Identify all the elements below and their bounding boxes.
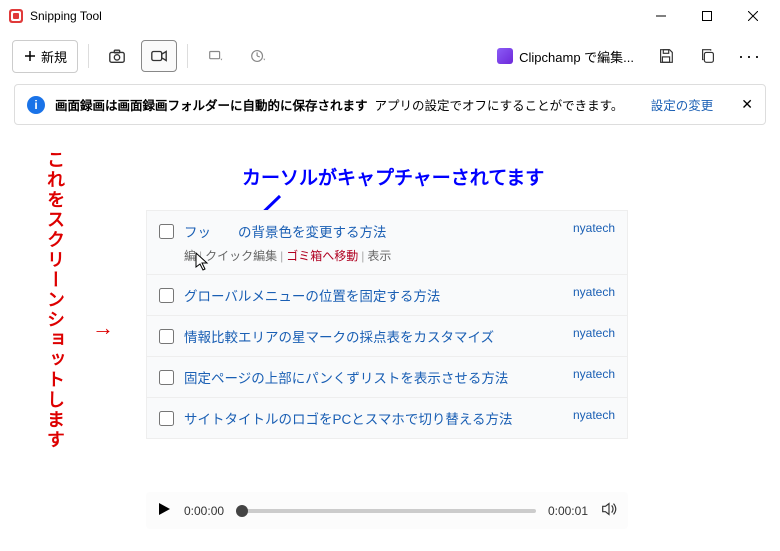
post-author[interactable]: nyatech: [573, 285, 615, 299]
more-button[interactable]: ···: [732, 46, 768, 67]
video-button[interactable]: [141, 40, 177, 72]
banner-close-button[interactable]: ✕: [741, 96, 753, 113]
edit-link[interactable]: 編: [184, 249, 196, 263]
seek-slider[interactable]: [236, 509, 536, 513]
delay-dropdown[interactable]: [240, 40, 276, 72]
list-item[interactable]: グローバルメニューの位置を固定する方法 nyatech: [147, 275, 627, 316]
minimize-button[interactable]: [638, 0, 684, 32]
row-actions: 編|クイック編集|ゴミ箱へ移動|表示: [184, 247, 563, 264]
media-player: 0:00:00 0:00:01: [146, 492, 628, 529]
current-time: 0:00:00: [184, 504, 224, 518]
rectangle-icon: [207, 47, 225, 65]
list-item[interactable]: 固定ページの上部にパンくずリストを表示させる方法 nyatech: [147, 357, 627, 398]
post-title[interactable]: フッターの背景色を変更する方法: [184, 225, 387, 240]
save-button[interactable]: [648, 40, 684, 72]
post-title[interactable]: 固定ページの上部にパンくずリストを表示させる方法: [184, 371, 508, 386]
row-checkbox[interactable]: [159, 288, 174, 303]
toolbar: 新規 Clipchamp で編集... ···: [0, 32, 780, 80]
row-checkbox[interactable]: [159, 411, 174, 426]
camera-icon: [108, 47, 126, 65]
play-button[interactable]: [156, 501, 172, 520]
video-icon: [150, 47, 168, 65]
captured-content: フッターの背景色を変更する方法 編|クイック編集|ゴミ箱へ移動|表示 nyate…: [146, 210, 628, 439]
annotation-arrow-right: →: [92, 315, 114, 341]
volume-button[interactable]: [600, 500, 618, 521]
post-title[interactable]: グローバルメニューの位置を固定する方法: [184, 289, 440, 304]
maximize-button[interactable]: [684, 0, 730, 32]
save-icon: [657, 47, 675, 65]
post-author[interactable]: nyatech: [573, 408, 615, 422]
copy-icon: [699, 47, 717, 65]
post-author[interactable]: nyatech: [573, 221, 615, 235]
post-author[interactable]: nyatech: [573, 367, 615, 381]
row-checkbox[interactable]: [159, 370, 174, 385]
info-banner: i 画面録画は画面録画フォルダーに自動的に保存されます アプリの設定でオフにする…: [14, 84, 766, 125]
annotation-vertical: これをスクリーンショットします: [42, 150, 68, 450]
post-title[interactable]: 情報比較エリアの星マークの採点表をカスタマイズ: [184, 330, 494, 345]
list-item[interactable]: 情報比較エリアの星マークの採点表をカスタマイズ nyatech: [147, 316, 627, 357]
list-item[interactable]: サイトタイトルのロゴをPCとスマホで切り替える方法 nyatech: [147, 398, 627, 438]
divider: [187, 44, 188, 68]
clipchamp-button[interactable]: Clipchamp で編集...: [489, 43, 642, 70]
new-button-label: 新規: [41, 47, 67, 66]
shape-dropdown[interactable]: [198, 40, 234, 72]
copy-button[interactable]: [690, 40, 726, 72]
clipchamp-label: Clipchamp で編集...: [519, 47, 634, 66]
window-title: Snipping Tool: [30, 9, 638, 23]
window-controls: [638, 0, 776, 32]
close-button[interactable]: [730, 0, 776, 32]
settings-link[interactable]: 設定の変更: [651, 95, 714, 114]
clock-icon: [249, 47, 267, 65]
banner-message: 画面録画は画面録画フォルダーに自動的に保存されます アプリの設定でオフにすること…: [55, 95, 641, 114]
row-checkbox[interactable]: [159, 224, 174, 239]
view-link[interactable]: 表示: [367, 249, 391, 263]
info-icon: i: [27, 96, 45, 114]
annotation-top: カーソルがキャプチャーされてます: [242, 163, 544, 190]
new-button[interactable]: 新規: [12, 40, 78, 73]
plus-icon: [23, 49, 37, 63]
camera-button[interactable]: [99, 40, 135, 72]
seek-thumb[interactable]: [236, 505, 248, 517]
post-title[interactable]: サイトタイトルのロゴをPCとスマホで切り替える方法: [184, 412, 512, 427]
list-item[interactable]: フッターの背景色を変更する方法 編|クイック編集|ゴミ箱へ移動|表示 nyate…: [147, 211, 627, 275]
divider: [88, 44, 89, 68]
row-checkbox[interactable]: [159, 329, 174, 344]
trash-link[interactable]: ゴミ箱へ移動: [286, 249, 358, 263]
post-author[interactable]: nyatech: [573, 326, 615, 340]
titlebar: Snipping Tool: [0, 0, 780, 32]
quick-edit-link[interactable]: クイック編集: [205, 249, 277, 263]
total-time: 0:00:01: [548, 504, 588, 518]
clipchamp-icon: [497, 48, 513, 64]
app-icon: [8, 8, 24, 24]
